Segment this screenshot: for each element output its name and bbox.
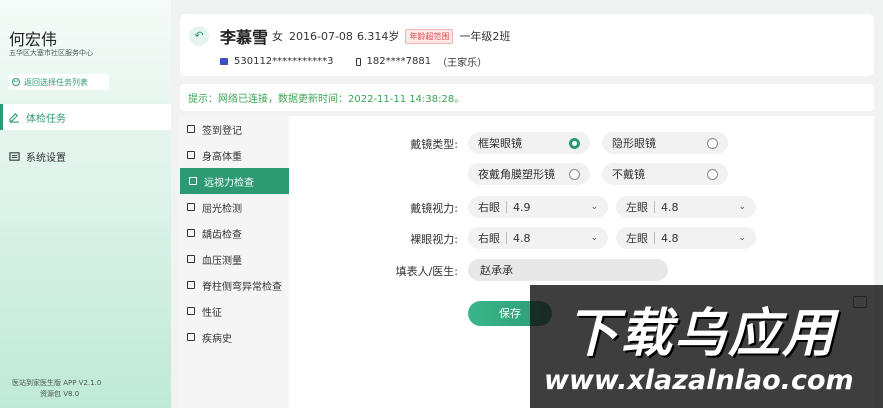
sidebar-item-label: 体检任务: [26, 113, 66, 125]
submenu-item-sexual-traits[interactable]: 性征: [178, 298, 289, 324]
chevron-down-icon: ⌄: [738, 233, 746, 243]
filler-label: 填表人/医生:: [395, 265, 458, 278]
sidebar-item-tasks[interactable]: 体检任务: [0, 104, 171, 130]
select-value: 4.8: [661, 231, 679, 245]
grid-icon: [187, 151, 195, 159]
watermark-url: www.xlazalnlao.com: [544, 365, 854, 396]
watermark: 下载乌应用 www.xlazalnlao.com: [530, 285, 883, 408]
naked-left-eye-select[interactable]: 左眼 4.8 ⌄: [616, 227, 756, 249]
submenu-item-label: 脊柱侧弯异常检查: [202, 281, 282, 293]
student-id-number: 530112***********3: [234, 56, 334, 67]
settings-icon: [9, 151, 20, 161]
submenu-item-caries[interactable]: 龋齿检查: [178, 220, 289, 246]
grid-icon: [187, 203, 195, 211]
corrected-vision-label: 戴镜视力:: [410, 202, 458, 215]
grid-icon: [187, 125, 195, 133]
separator: [654, 201, 655, 213]
eye-label: 右眼: [478, 201, 500, 214]
submenu-item-history[interactable]: 疾病史: [178, 324, 289, 350]
app-version: 医站到家医生版 APP V2.1.0: [12, 379, 102, 387]
grid-icon: [187, 281, 195, 289]
exam-submenu: 签到登记 身高体重 远视力检查 屈光检测 龋齿检查 血压测量 脊柱侧弯异常检查 …: [178, 116, 289, 408]
resource-version: 资源包 V8.0: [40, 390, 80, 398]
eye-label: 左眼: [626, 232, 648, 245]
student-header: ↶ 李慕雪 女 2016-07-08 6.314岁 年龄超范围 一年级2班 53…: [180, 14, 874, 76]
naked-vision-label: 裸眼视力:: [410, 233, 458, 246]
filler-field[interactable]: 赵承承: [468, 259, 668, 281]
submenu-item-label: 疾病史: [202, 333, 232, 345]
network-notice: 提示：网络已连接，数据更新时间：2022-11-11 14:38:28。: [180, 84, 874, 111]
submenu-item-label: 远视力检查: [204, 177, 254, 189]
submenu-item-signin[interactable]: 签到登记: [178, 116, 289, 142]
radio-unchecked-icon: [707, 137, 718, 149]
sidebar-item-settings[interactable]: 系统设置: [0, 143, 171, 169]
age-badge: 年龄超范围: [405, 28, 454, 44]
radio-unchecked-icon: [569, 168, 580, 180]
submenu-item-label: 身高体重: [202, 151, 242, 163]
separator: [654, 232, 655, 244]
phone-icon: [355, 57, 361, 66]
submenu-item-refraction[interactable]: 屈光检测: [178, 194, 289, 220]
grid-icon: [187, 229, 195, 237]
check-icon: [189, 177, 197, 185]
radio-label: 不戴镜: [612, 168, 645, 181]
student-phone: 182****7881: [366, 56, 432, 67]
student-birthdate: 2016-07-08: [289, 29, 353, 43]
corrected-left-eye-select[interactable]: 左眼 4.8 ⌄: [616, 196, 756, 218]
submenu-item-vision[interactable]: 远视力检查: [180, 168, 289, 194]
back-to-task-list-button[interactable]: ↩ 返回选择任务列表: [8, 74, 109, 90]
submenu-item-label: 签到登记: [202, 125, 242, 137]
student-class: 一年级2班: [459, 30, 511, 43]
student-gender: 女: [272, 30, 283, 43]
radio-ortho-k[interactable]: 夜戴角膜塑形镜: [468, 163, 590, 185]
submenu-item-scoliosis[interactable]: 脊柱侧弯异常检查: [178, 272, 289, 298]
back-icon[interactable]: ↶: [189, 26, 209, 46]
chevron-down-icon: ⌄: [590, 233, 598, 243]
glasses-type-label: 戴镜类型:: [410, 138, 458, 151]
student-name: 李慕雪: [220, 28, 269, 47]
separator: [506, 201, 507, 213]
grid-icon: [187, 255, 195, 263]
radio-checked-icon: [569, 137, 580, 149]
student-ids: 530112***********3 182****7881 （王家乐）: [220, 54, 487, 69]
radio-contact-lens[interactable]: 隐形眼镜: [602, 132, 728, 154]
id-card-icon: [220, 58, 228, 65]
separator: [506, 232, 507, 244]
sidebar-item-label: 系统设置: [26, 152, 66, 164]
user-org: 五华区大塞市社区服务中心: [9, 49, 93, 57]
back-button-label: 返回选择任务列表: [24, 77, 88, 87]
watermark-title: 下载乌应用: [566, 304, 837, 364]
eye-label: 右眼: [478, 232, 500, 245]
user-name: 何宏伟: [9, 30, 58, 49]
back-icon: ↩: [12, 78, 20, 86]
submenu-item-label: 龋齿检查: [202, 229, 242, 241]
sidebar: 何宏伟 五华区大塞市社区服务中心 ↩ 返回选择任务列表 体检任务 系统设置 医站…: [0, 0, 171, 408]
chevron-down-icon: ⌄: [738, 202, 746, 212]
submenu-item-label: 屈光检测: [202, 203, 242, 215]
check-icon: [187, 333, 195, 341]
student-age: 6.314岁: [356, 30, 400, 43]
chevron-down-icon: ⌄: [590, 202, 598, 212]
radio-frame-glasses[interactable]: 框架眼镜: [468, 132, 590, 154]
submenu-item-blood-pressure[interactable]: 血压测量: [178, 246, 289, 272]
eye-label: 左眼: [626, 201, 648, 214]
select-value: 4.9: [513, 200, 531, 214]
select-value: 4.8: [661, 200, 679, 214]
radio-no-glasses[interactable]: 不戴镜: [602, 163, 728, 185]
student-info: 女 2016-07-08 6.314岁 年龄超范围 一年级2班: [272, 28, 510, 44]
radio-label: 框架眼镜: [478, 137, 522, 150]
radio-label: 夜戴角膜塑形镜: [478, 168, 555, 181]
corrected-right-eye-select[interactable]: 右眼 4.9 ⌄: [468, 196, 608, 218]
submenu-item-label: 性征: [202, 307, 222, 319]
guardian-name: （王家乐）: [437, 58, 488, 69]
submenu-item-height-weight[interactable]: 身高体重: [178, 142, 289, 168]
radio-unchecked-icon: [707, 168, 718, 180]
grid-icon: [187, 307, 195, 315]
edit-icon: [9, 112, 20, 123]
submenu-item-label: 血压测量: [202, 255, 242, 267]
naked-right-eye-select[interactable]: 右眼 4.8 ⌄: [468, 227, 608, 249]
select-value: 4.8: [513, 231, 531, 245]
radio-label: 隐形眼镜: [612, 137, 656, 150]
